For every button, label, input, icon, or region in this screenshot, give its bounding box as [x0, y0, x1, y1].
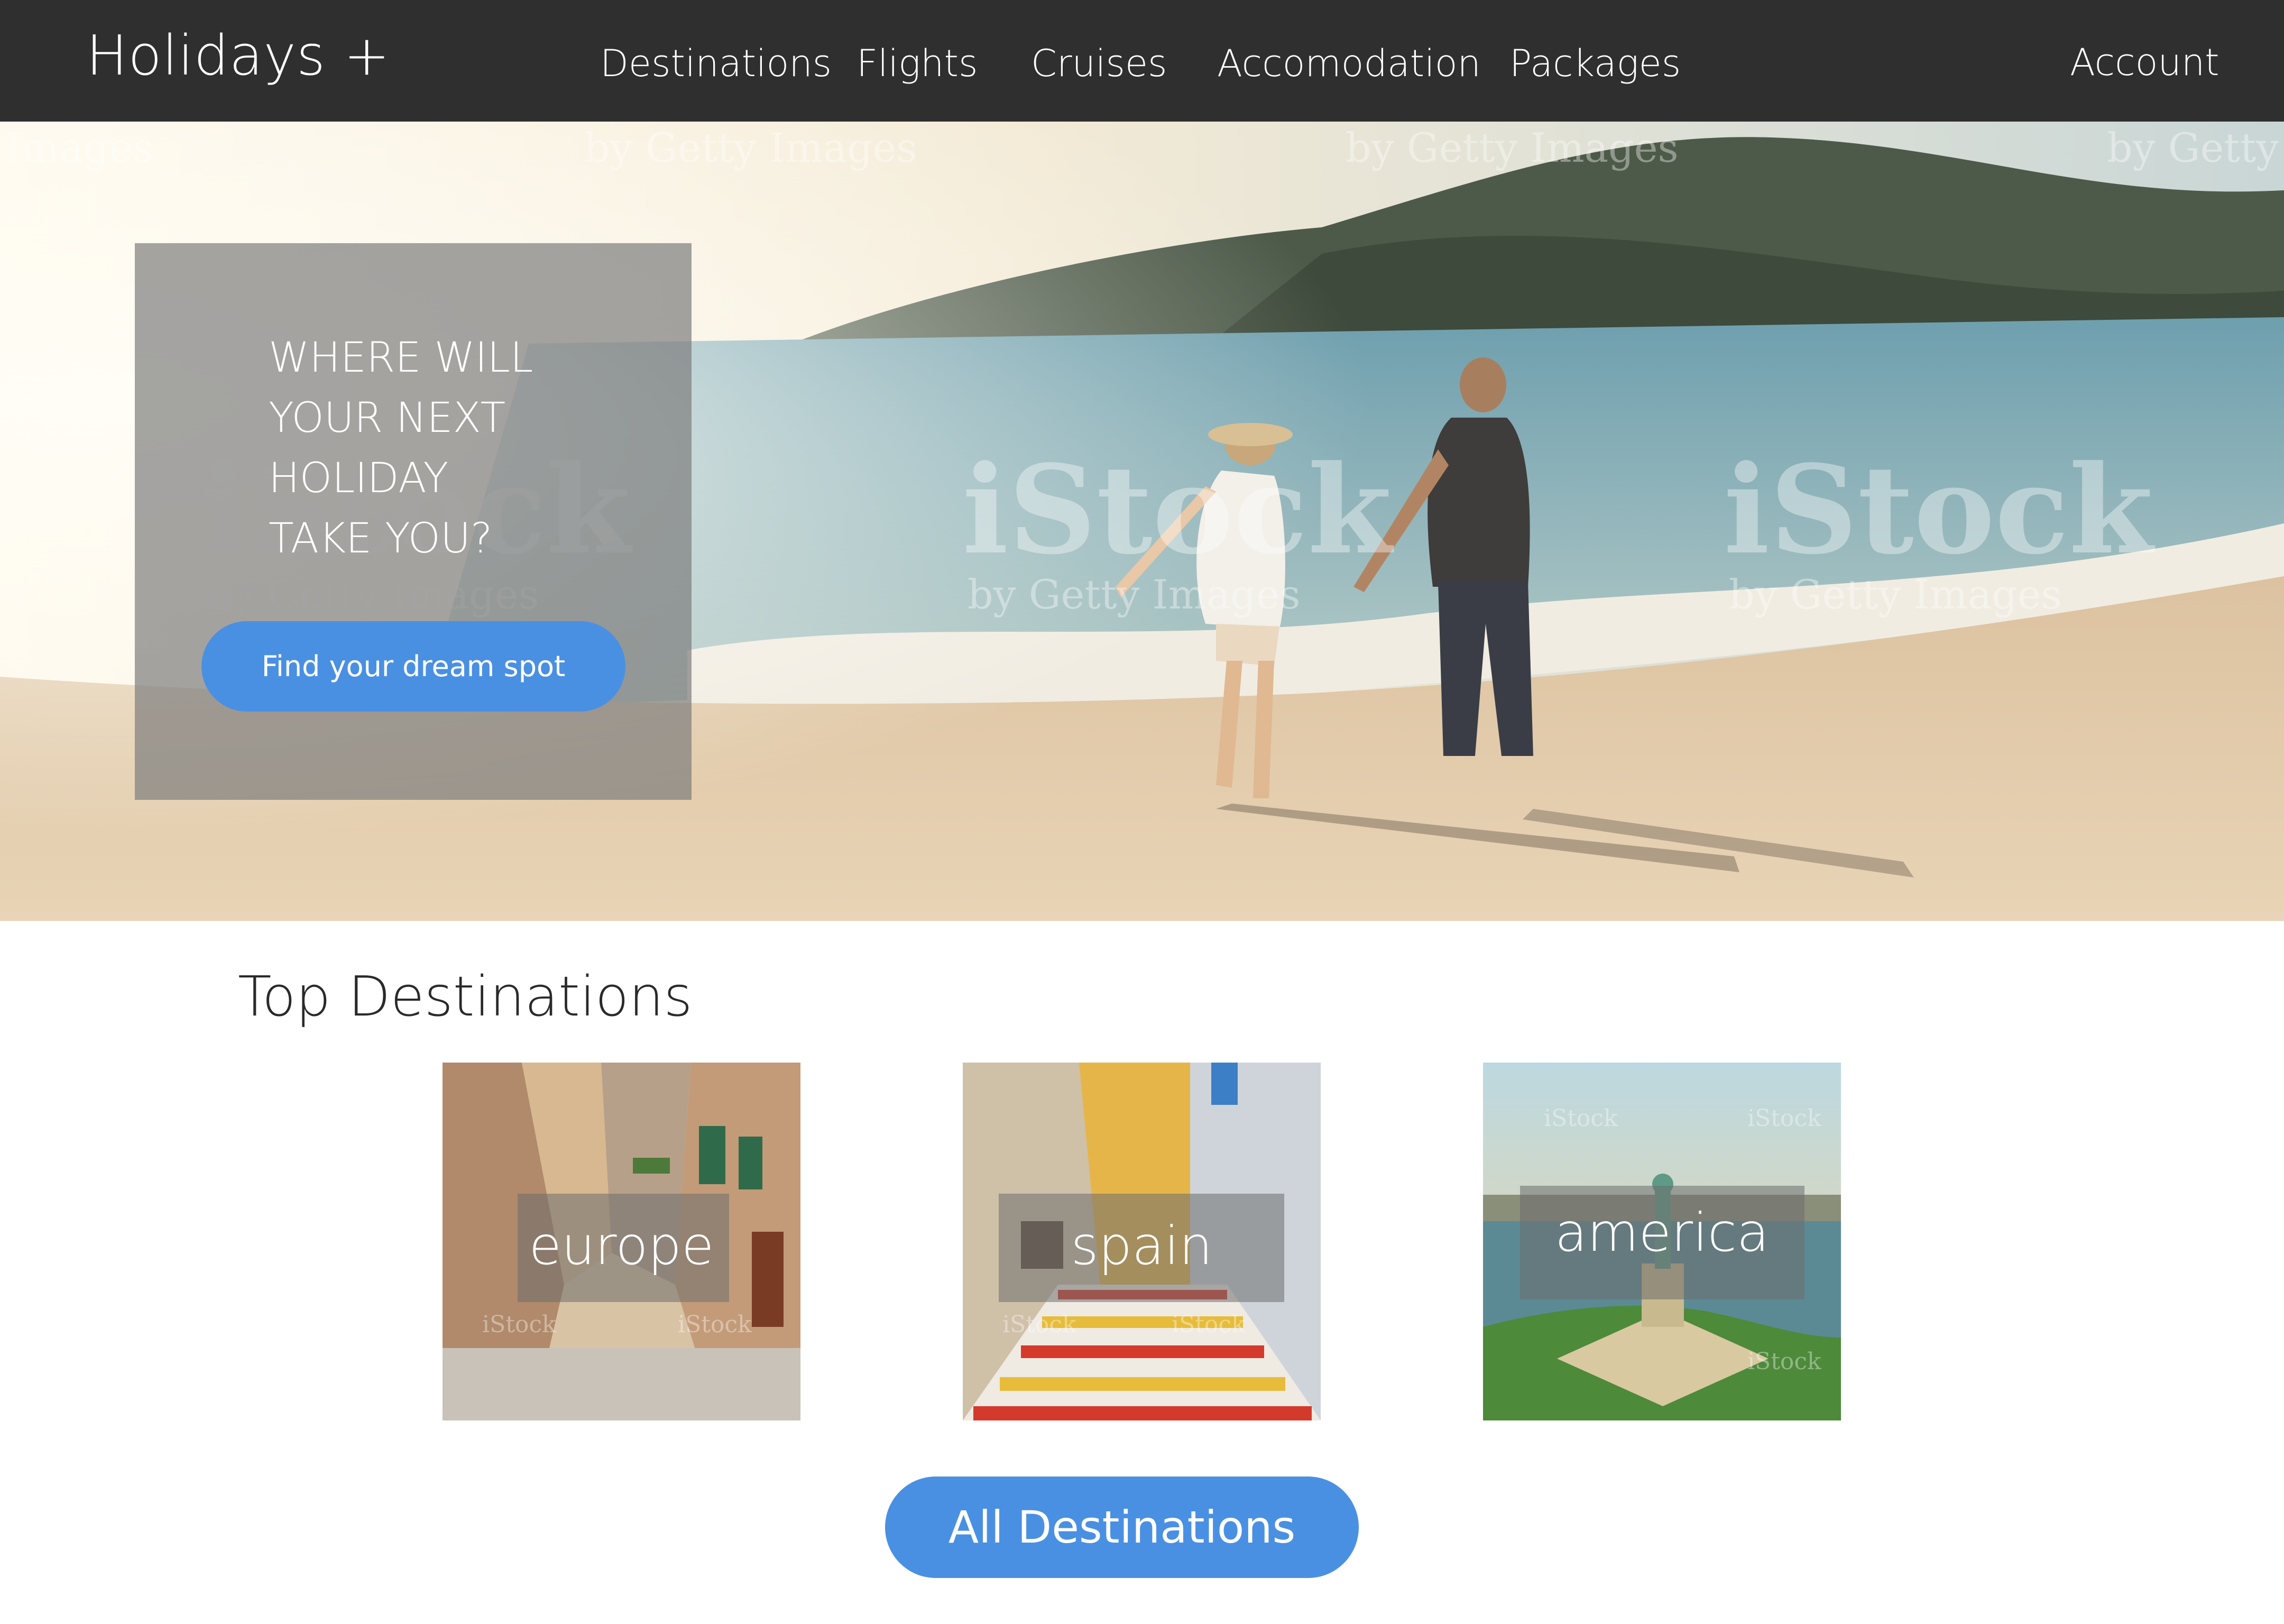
nav-link-destinations[interactable]: Destinations	[600, 0, 832, 127]
section-title-top-destinations: Top Destinations	[238, 964, 693, 1029]
all-destinations-button[interactable]: All Destinations	[885, 1477, 1359, 1578]
hero-banner: Images by Getty Images by Getty Images b…	[0, 122, 2284, 921]
top-navbar: Holidays + Destinations Flights Cruises …	[0, 0, 2284, 122]
site-logo[interactable]: Holidays +	[86, 0, 390, 111]
nav-link-accommodation[interactable]: Accomodation	[1217, 0, 1481, 127]
hero-promo-card: WHERE WILL YOUR NEXT HOLIDAY TAKE YOU? F…	[135, 243, 692, 800]
destination-card-spain[interactable]: spain iStock iStock	[963, 1063, 1321, 1420]
nav-link-flights[interactable]: Flights	[856, 0, 978, 127]
nav-link-cruises[interactable]: Cruises	[1031, 0, 1167, 127]
hero-heading: WHERE WILL YOUR NEXT HOLIDAY TAKE YOU?	[269, 334, 533, 562]
destination-label-america: america	[1554, 1202, 1770, 1263]
nav-link-account[interactable]: Account	[2070, 0, 2219, 125]
destination-card-europe[interactable]: europe iStock iStock	[443, 1063, 800, 1420]
destination-label-europe: europe	[529, 1215, 714, 1277]
destination-label-spain: spain	[1071, 1215, 1213, 1277]
nav-link-packages[interactable]: Packages	[1509, 0, 1681, 127]
find-dream-spot-button[interactable]: Find your dream spot	[201, 621, 625, 712]
destination-card-america[interactable]: america iStock iStock iStock	[1483, 1063, 1841, 1420]
